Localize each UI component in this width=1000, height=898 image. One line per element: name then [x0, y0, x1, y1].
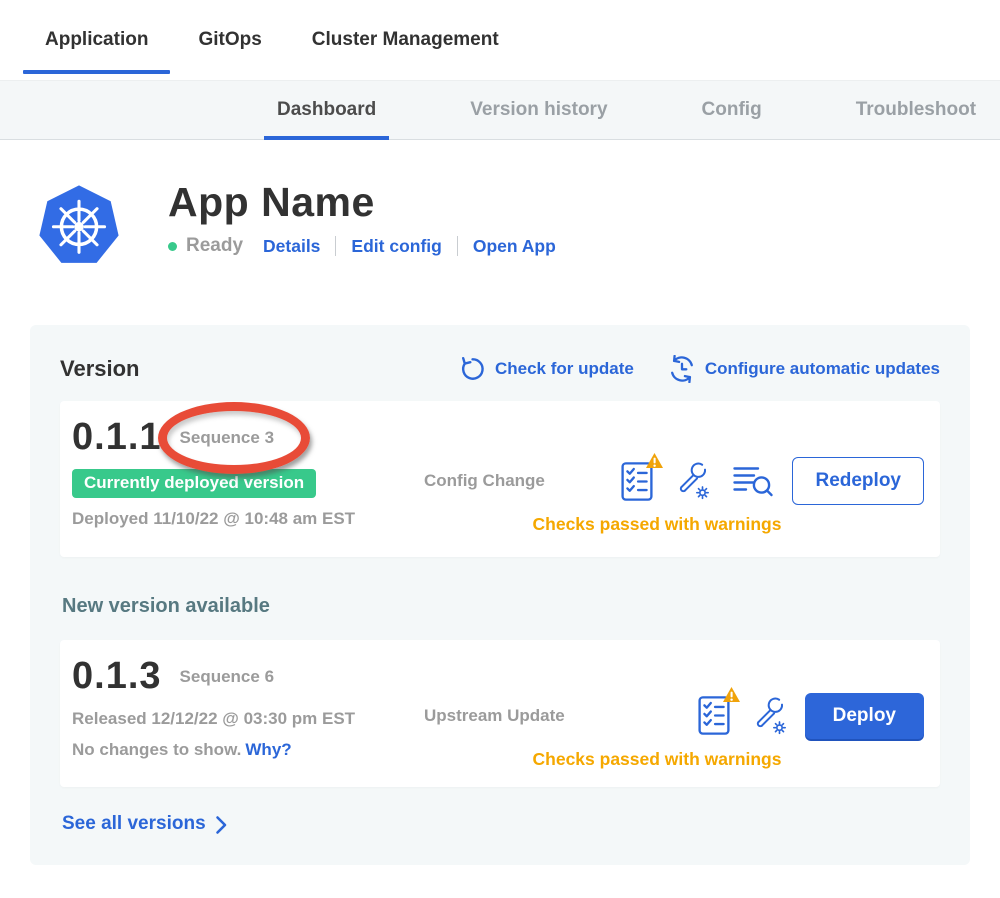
tab-dashboard[interactable]: Dashboard	[264, 81, 389, 139]
current-checks-status[interactable]: Checks passed with warnings	[420, 514, 894, 535]
chevron-right-icon	[215, 814, 227, 835]
see-all-versions-label: See all versions	[62, 813, 206, 835]
app-header: App Name Ready Details Edit config Open …	[35, 180, 1000, 275]
check-for-update-label: Check for update	[495, 359, 634, 379]
tab-gitops[interactable]: GitOps	[176, 0, 283, 80]
tab-application-label: Application	[45, 29, 148, 51]
tab-config-label: Config	[702, 99, 762, 121]
tab-cluster-management[interactable]: Cluster Management	[290, 0, 521, 80]
wrench-gear-icon[interactable]	[675, 461, 710, 501]
new-sequence-label: Sequence 6	[180, 667, 275, 686]
page-title: App Name	[168, 180, 556, 225]
sub-nav: Dashboard Version history Config Trouble…	[0, 80, 1000, 140]
active-subtab-underline	[264, 136, 389, 140]
tab-cluster-management-label: Cluster Management	[312, 29, 499, 51]
preflight-checks-icon[interactable]	[621, 461, 653, 502]
clock-refresh-icon	[668, 355, 696, 383]
tab-version-history[interactable]: Version history	[457, 81, 620, 139]
current-version-row: 0.1.1 Sequence 3 Currently deployed vers…	[60, 401, 940, 557]
file-search-icon[interactable]	[732, 464, 774, 498]
open-app-link[interactable]: Open App	[473, 236, 556, 257]
refresh-icon	[460, 356, 486, 382]
currently-deployed-badge: Currently deployed version	[72, 469, 316, 498]
divider	[457, 236, 458, 256]
no-changes-text: No changes to show.	[72, 740, 241, 759]
new-version-source: Upstream Update	[424, 706, 565, 726]
active-tab-underline	[23, 70, 170, 74]
deployed-timestamp: Deployed 11/10/22 @ 10:48 am EST	[72, 509, 420, 529]
kubernetes-logo-icon	[35, 180, 123, 275]
configure-automatic-updates-button[interactable]: Configure automatic updates	[668, 355, 940, 383]
version-card-title: Version	[60, 356, 139, 382]
new-version-available-heading: New version available	[62, 595, 940, 618]
warning-triangle-icon	[722, 686, 741, 708]
released-timestamp: Released 12/12/22 @ 03:30 pm EST	[72, 709, 420, 729]
details-link[interactable]: Details	[263, 236, 320, 257]
tab-config[interactable]: Config	[689, 81, 775, 139]
version-card: Version Check for update	[30, 325, 970, 865]
tab-troubleshoot[interactable]: Troubleshoot	[843, 81, 989, 139]
status-text: Ready	[186, 235, 243, 257]
current-sequence-label: Sequence 3	[180, 428, 275, 447]
divider	[335, 236, 336, 256]
top-nav: Application GitOps Cluster Management	[0, 0, 1000, 80]
current-version-number: 0.1.1	[72, 417, 162, 459]
tab-application[interactable]: Application	[23, 0, 170, 80]
new-checks-status[interactable]: Checks passed with warnings	[420, 749, 894, 770]
deploy-button[interactable]: Deploy	[805, 693, 924, 739]
tab-gitops-label: GitOps	[198, 29, 261, 51]
why-link[interactable]: Why?	[245, 740, 291, 759]
configure-automatic-updates-label: Configure automatic updates	[705, 359, 940, 379]
new-version-row: 0.1.3 Sequence 6 Released 12/12/22 @ 03:…	[60, 640, 940, 787]
tab-version-history-label: Version history	[470, 99, 607, 121]
redeploy-button[interactable]: Redeploy	[792, 457, 924, 505]
new-version-number: 0.1.3	[72, 656, 162, 698]
warning-triangle-icon	[645, 452, 664, 474]
see-all-versions-link[interactable]: See all versions	[62, 813, 227, 835]
tab-troubleshoot-label: Troubleshoot	[856, 99, 976, 121]
preflight-checks-icon[interactable]	[698, 695, 730, 736]
wrench-gear-icon[interactable]	[752, 696, 787, 736]
check-for-update-button[interactable]: Check for update	[460, 356, 634, 382]
current-version-source: Config Change	[424, 471, 545, 491]
status-dot	[168, 242, 177, 251]
edit-config-link[interactable]: Edit config	[351, 236, 441, 257]
tab-dashboard-label: Dashboard	[277, 99, 376, 121]
